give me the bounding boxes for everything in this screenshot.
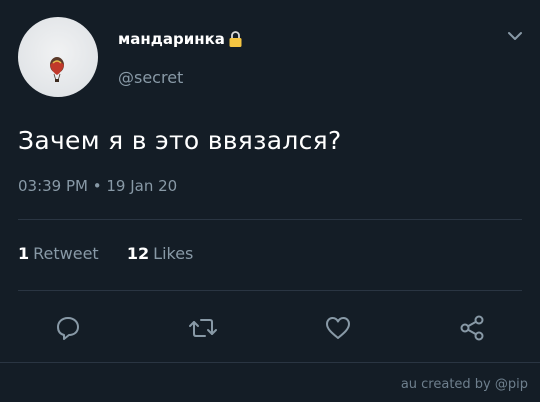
divider	[0, 362, 540, 363]
tweet-timestamp[interactable]: 03:39 PM • 19 Jan 20	[18, 177, 177, 195]
action-bar	[0, 308, 540, 348]
tweet-stats: 1 Retweet 12 Likes	[18, 244, 193, 263]
watermark: au created by @pip	[400, 377, 528, 392]
share-icon	[460, 315, 484, 341]
retweets-label: Retweet	[33, 244, 99, 263]
tweet-text: Зачем я в это ввязался?	[18, 126, 342, 155]
like-button[interactable]	[318, 308, 358, 348]
user-handle[interactable]: @secret	[118, 68, 183, 87]
tweet-card: мандаринка @secret Зачем я в это ввязалс…	[0, 0, 540, 402]
likes-count: 12	[126, 244, 150, 263]
display-name-text: мандаринка	[118, 30, 225, 48]
likes-stat[interactable]: 12 Likes	[127, 244, 194, 263]
avatar[interactable]	[18, 17, 98, 97]
like-icon	[326, 317, 350, 339]
hot-air-balloon-icon	[50, 57, 64, 82]
retweet-icon	[189, 319, 217, 337]
display-name[interactable]: мандаринка	[118, 30, 243, 48]
retweet-button[interactable]	[183, 308, 223, 348]
divider	[18, 219, 522, 220]
lock-icon	[229, 31, 242, 47]
reply-button[interactable]	[48, 308, 88, 348]
likes-label: Likes	[153, 244, 194, 263]
reply-icon	[57, 317, 79, 340]
share-button[interactable]	[452, 308, 492, 348]
divider	[18, 290, 522, 291]
retweets-count: 1	[18, 244, 30, 263]
retweets-stat[interactable]: 1 Retweet	[18, 244, 104, 263]
chevron-down-icon[interactable]	[506, 30, 524, 42]
